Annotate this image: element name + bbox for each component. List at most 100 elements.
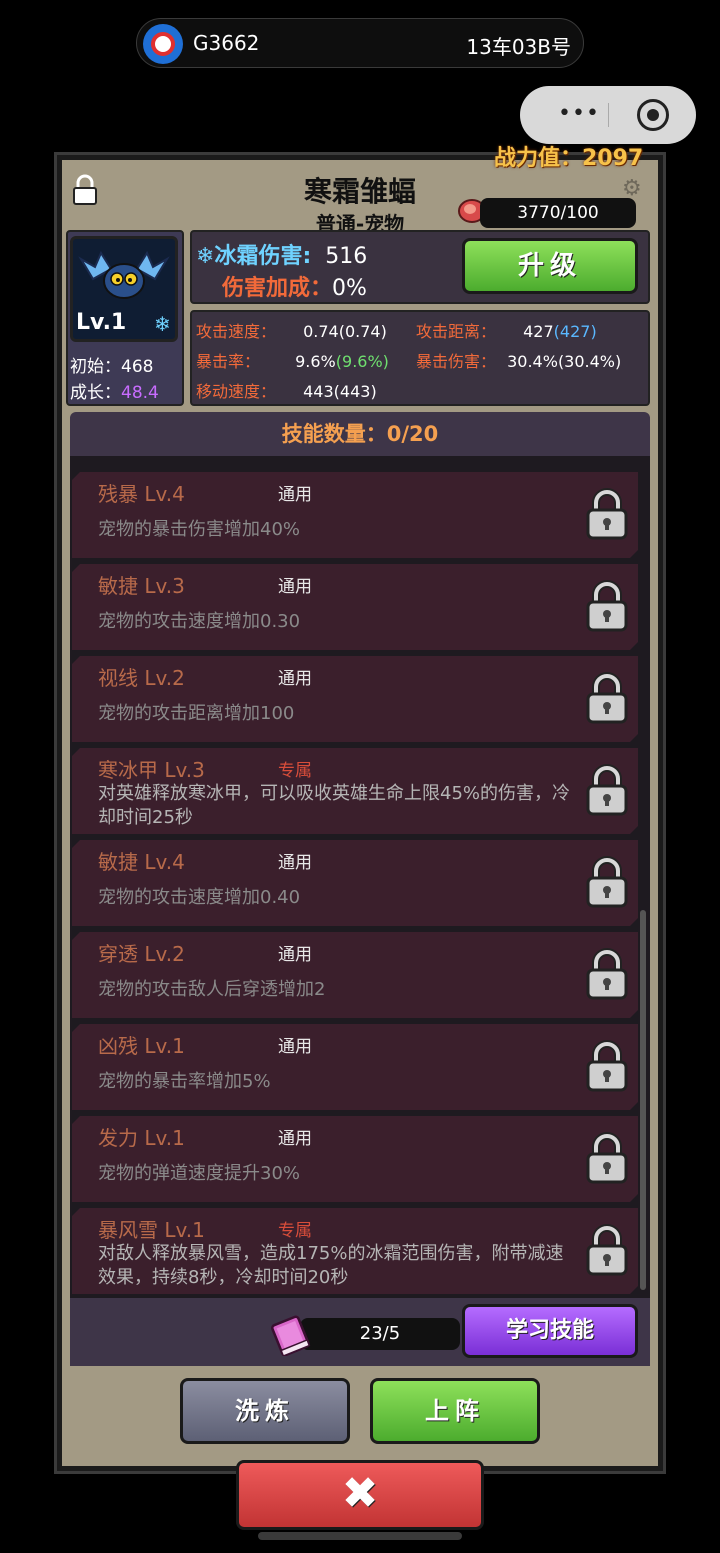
wash-button[interactable]: 洗炼 [180,1378,350,1444]
stat-value: 9.6% [295,352,336,371]
skill-item[interactable]: 视线 Lv.2 通用宠物的攻击距离增加100 [72,656,638,742]
skill-item[interactable]: 凶残 Lv.1 通用 宠物的暴击率增加5% [72,1024,638,1110]
skill-description: 宠物的弹道速度提升30% [98,1163,301,1184]
skill-tag: 通用 [278,853,312,873]
home-indicator [258,1532,462,1540]
close-button[interactable]: ✖ [236,1460,484,1530]
stat-value: 30.4% [507,352,558,371]
skill-name: 穿透 Lv.2 [98,942,185,966]
lock-icon[interactable] [584,1224,630,1278]
stat-attack-speed: 攻击速度： 0.74(0.74) [196,318,387,342]
damage-type-label: 冰霜伤害: [214,244,312,269]
skill-name: 暴风雪 Lv.1 [98,1218,205,1242]
seat-number: 13车03B号 [466,35,571,59]
stat-extra: (443) [333,382,377,401]
skill-name: 残暴 Lv.4 [98,482,185,506]
damage-bonus-value: 0% [332,276,367,301]
target-icon[interactable] [637,99,669,131]
skill-description: 宠物的攻击速度增加0.30 [98,611,301,632]
damage-bonus-row: 伤害加成：0% [222,270,367,302]
initial-label: 初始： [70,357,121,377]
stat-value: 427 [523,322,554,341]
skill-name: 凶残 Lv.1 [98,1034,185,1058]
skill-item[interactable]: 发力 Lv.1 通用宠物的弹道速度提升30% [72,1116,638,1202]
skill-item[interactable]: 暴风雪 Lv.1 专属 对敌人释放暴风雪，造成175%的冰霜范围伤害，附带减速效果，… [72,1208,638,1294]
stat-label: 攻击距离： [416,322,497,341]
skill-description: 宠物的暴击伤害增加40% [98,519,301,540]
lock-icon[interactable] [584,1040,630,1094]
railway-logo-icon [143,24,183,64]
food-counter: 3770/100 [480,198,636,228]
lock-icon[interactable] [584,488,630,542]
damage-type-value: 516 [325,244,368,269]
learn-skill-button[interactable]: 学习技能 [462,1304,638,1358]
stat-crit-damage: 暴击伤害： 30.4%(30.4%) [416,348,621,372]
skill-description: 宠物的暴击率增加5% [98,1071,271,1092]
skill-name: 敏捷 Lv.4 [98,850,185,874]
snowflake-icon: ❄ [196,244,215,269]
deploy-button[interactable]: 上阵 [370,1378,540,1444]
skill-description: 对敌人释放暴风雪，造成175%的冰霜范围伤害，附带减速效果，持续8秒，冷却时间2… [98,1243,564,1288]
skill-item[interactable]: 残暴 Lv.4 通用宠物的暴击伤害增加40% [72,472,638,558]
stat-extra: (9.6%) [335,352,389,371]
skill-name: 敏捷 Lv.3 [98,574,185,598]
stat-extra: (0.74) [338,322,387,341]
stat-extra: (30.4%) [557,352,622,371]
skill-book-icon [271,1315,311,1356]
growth-value: 48.4 [121,383,159,403]
skill-tag: 通用 [278,485,312,505]
book-counter: 23/5 [300,1318,460,1350]
train-number: G3662 [193,31,260,55]
damage-type-row: ❄冰霜伤害: 516 [196,238,367,270]
lock-icon[interactable] [584,764,630,818]
skill-item[interactable]: 敏捷 Lv.3 通用宠物的攻击速度增加0.30 [72,564,638,650]
skill-description: 宠物的攻击距离增加100 [98,703,295,724]
skill-tag: 专属 [278,761,312,781]
stat-label: 暴击率： [196,352,261,371]
more-dots-icon[interactable]: ••• [558,103,600,125]
skill-tag: 专属 [278,1221,312,1241]
lock-icon[interactable] [584,948,630,1002]
damage-bonus-label: 伤害加成： [222,276,333,301]
lock-icon[interactable] [584,856,630,910]
skill-tag: 通用 [278,1037,312,1057]
stat-label: 移动速度： [196,382,277,401]
initial-stat: 初始：468 [70,352,153,377]
growth-label: 成长： [70,383,121,403]
skill-name: 发力 Lv.1 [98,1126,185,1150]
growth-stat: 成长：48.4 [70,378,159,403]
initial-value: 468 [121,357,154,377]
skill-item[interactable]: 敏捷 Lv.4 通用宠物的攻击速度增加0.40 [72,840,638,926]
skill-tag: 通用 [278,669,312,689]
stat-move-speed: 移动速度： 443(443) [196,378,377,402]
skill-item[interactable]: 穿透 Lv.2 通用宠物的攻击敌人后穿透增加2 [72,932,638,1018]
lock-icon[interactable] [584,1132,630,1186]
skills-scrollbar[interactable] [640,910,646,1290]
lock-icon[interactable] [584,672,630,726]
skill-tag: 通用 [278,1129,312,1149]
upgrade-button[interactable]: 升级 [462,238,638,294]
power-value: 战力值：2097 [494,146,644,171]
stat-value: 443 [303,382,334,401]
stat-extra: (427) [553,322,597,341]
snowflake-icon: ❄ [154,312,171,336]
bat-icon [78,250,170,299]
lock-icon[interactable] [584,580,630,634]
skill-tag: 通用 [278,945,312,965]
pet-level: Lv.1 [76,310,127,335]
skill-description: 对英雄释放寒冰甲，可以吸收英雄生命上限45%的伤害，冷却时间25秒 [98,783,571,828]
capsule-divider [608,103,609,127]
skill-description: 宠物的攻击敌人后穿透增加2 [98,979,326,1000]
stat-attack-range: 攻击距离： 427(427) [416,318,597,342]
skill-item[interactable]: 寒冰甲 Lv.3 专属 对英雄释放寒冰甲，可以吸收英雄生命上限45%的伤害，冷却时间… [72,748,638,834]
skills-count-header: 技能数量：0/20 [70,412,650,456]
skill-description: 宠物的攻击速度增加0.40 [98,887,301,908]
stat-label: 暴击伤害： [416,352,497,371]
skill-tag: 通用 [278,577,312,597]
close-x-icon: ✖ [341,1468,379,1519]
stat-value: 0.74 [303,322,339,341]
skill-name: 寒冰甲 Lv.3 [98,758,205,782]
train-status-bar: G3662 13车03B号 [136,18,584,68]
skill-name: 视线 Lv.2 [98,666,185,690]
stat-crit-rate: 暴击率： 9.6%(9.6%) [196,348,389,372]
